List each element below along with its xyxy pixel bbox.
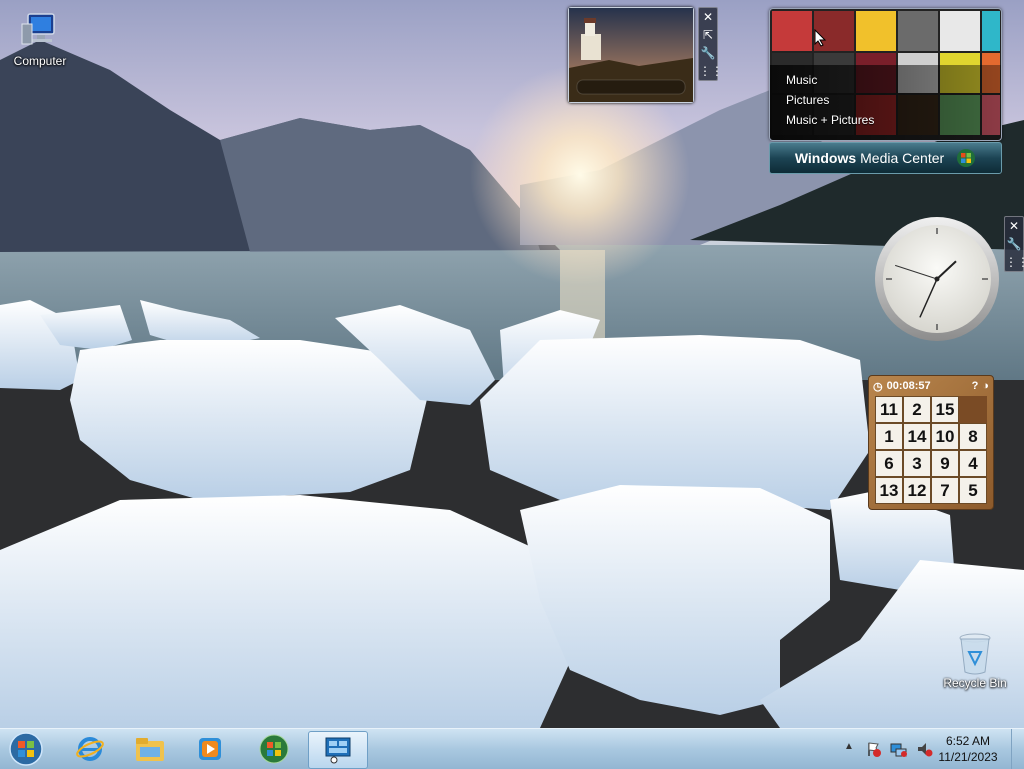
gadgets-taskbar-button[interactable] bbox=[308, 731, 368, 769]
computer-icon bbox=[20, 10, 60, 50]
recycle-bin-desktop-icon[interactable]: Recycle Bin bbox=[935, 632, 1015, 690]
file-explorer-icon bbox=[136, 738, 164, 761]
analog-clock-face bbox=[875, 217, 999, 341]
mouse-cursor-icon bbox=[814, 29, 827, 47]
show-desktop-button[interactable] bbox=[1011, 729, 1024, 769]
taskbar-date: 11/21/2023 bbox=[938, 750, 998, 764]
puzzle-tile[interactable]: 9 bbox=[931, 450, 959, 477]
close-icon[interactable]: ✕ bbox=[699, 8, 717, 26]
close-icon[interactable]: ✕ bbox=[1005, 217, 1023, 235]
puzzle-tile[interactable]: 8 bbox=[959, 423, 987, 450]
desktop[interactable]: Computer Recycle Bin ✕ ⇱ 🔧 ⋮⋮ Music Pict… bbox=[0, 0, 1024, 728]
drag-handle-icon[interactable]: ⋮⋮ bbox=[1005, 253, 1024, 271]
mc-tile bbox=[940, 11, 980, 51]
file-explorer-button[interactable] bbox=[122, 731, 178, 767]
puzzle-timer: 00:08:57 bbox=[886, 380, 931, 392]
action-center-flag-icon[interactable] bbox=[866, 741, 882, 757]
mc-tile bbox=[982, 11, 1000, 51]
puzzle-tile[interactable]: 14 bbox=[903, 423, 931, 450]
gadgets-icon bbox=[325, 737, 351, 764]
taskbar-time: 6:52 AM bbox=[945, 734, 991, 748]
lighthouse-photo bbox=[569, 8, 693, 102]
puzzle-tile[interactable]: 3 bbox=[903, 450, 931, 477]
media-center-icon bbox=[259, 734, 289, 764]
timer-clock-icon: ◷ bbox=[873, 380, 883, 393]
clock-gadget-controls: ✕ 🔧 ⋮⋮ bbox=[1004, 216, 1024, 272]
slideshow-gadget[interactable] bbox=[568, 7, 694, 103]
media-center-gadget[interactable]: Music Pictures Music + Pictures bbox=[769, 8, 1002, 141]
mc-menu-music-pictures[interactable]: Music + Pictures bbox=[786, 113, 874, 127]
taskbar: ▲ 6:52 AM 11/21/2023 bbox=[0, 728, 1024, 769]
puzzle-tile[interactable]: 1 bbox=[875, 423, 903, 450]
media-player-icon bbox=[199, 738, 221, 760]
puzzle-tile[interactable]: 12 bbox=[903, 477, 931, 504]
mc-menu-music[interactable]: Music bbox=[786, 73, 817, 87]
internet-explorer-icon bbox=[76, 737, 104, 761]
options-wrench-icon[interactable]: 🔧 bbox=[699, 44, 717, 62]
computer-desktop-icon[interactable]: Computer bbox=[0, 10, 80, 68]
taskbar-clock[interactable]: 6:52 AM 11/21/2023 bbox=[932, 733, 1004, 765]
slideshow-gadget-controls: ✕ ⇱ 🔧 ⋮⋮ bbox=[698, 7, 723, 81]
puzzle-tile[interactable]: 6 bbox=[875, 450, 903, 477]
puzzle-tile[interactable]: 2 bbox=[903, 396, 931, 423]
puzzle-tile[interactable]: 11 bbox=[875, 396, 903, 423]
network-icon[interactable] bbox=[890, 741, 908, 757]
puzzle-tile[interactable]: 4 bbox=[959, 450, 987, 477]
recycle-bin-desktop-label: Recycle Bin bbox=[943, 676, 1007, 690]
puzzle-tile[interactable]: 15 bbox=[931, 396, 959, 423]
start-orb-icon bbox=[9, 732, 43, 766]
media-player-button[interactable] bbox=[182, 731, 238, 767]
recycle-bin-icon bbox=[955, 632, 995, 675]
puzzle-tile[interactable]: 13 bbox=[875, 477, 903, 504]
mc-tile bbox=[856, 11, 896, 51]
drag-handle-icon[interactable]: ⋮⋮ bbox=[699, 62, 723, 80]
mc-menu-pictures[interactable]: Pictures bbox=[786, 93, 829, 107]
help-icon[interactable]: ? bbox=[972, 380, 979, 392]
expand-icon[interactable]: ⇱ bbox=[699, 26, 717, 44]
mc-brand-rest: Media Center bbox=[860, 150, 945, 166]
solve-icon[interactable]: ◑ bbox=[982, 380, 989, 392]
puzzle-tile[interactable]: 5 bbox=[959, 477, 987, 504]
internet-explorer-button[interactable] bbox=[62, 731, 118, 767]
media-center-launch-bar[interactable]: Windows Media Center bbox=[769, 142, 1002, 174]
puzzle-tile[interactable]: 7 bbox=[931, 477, 959, 504]
mc-brand-bold: Windows bbox=[794, 150, 857, 166]
windows-logo-icon bbox=[957, 149, 976, 167]
picture-puzzle-gadget[interactable]: ◷ 00:08:57 ? ◑ 11 2 15 1 14 10 8 6 3 9 4 13 12 7 5 bbox=[868, 375, 994, 510]
puzzle-tile[interactable]: 10 bbox=[931, 423, 959, 450]
show-hidden-icons-arrow[interactable]: ▲ bbox=[844, 741, 854, 752]
computer-desktop-label: Computer bbox=[13, 54, 67, 68]
puzzle-empty-slot[interactable] bbox=[959, 396, 987, 423]
puzzle-header: ◷ 00:08:57 ? ◑ bbox=[873, 379, 989, 393]
clock-gadget[interactable] bbox=[874, 216, 1000, 342]
mc-tile bbox=[772, 11, 812, 51]
media-center-button[interactable] bbox=[246, 731, 302, 767]
options-wrench-icon[interactable]: 🔧 bbox=[1005, 235, 1023, 253]
start-button[interactable] bbox=[0, 731, 52, 767]
mc-tile bbox=[898, 11, 938, 51]
